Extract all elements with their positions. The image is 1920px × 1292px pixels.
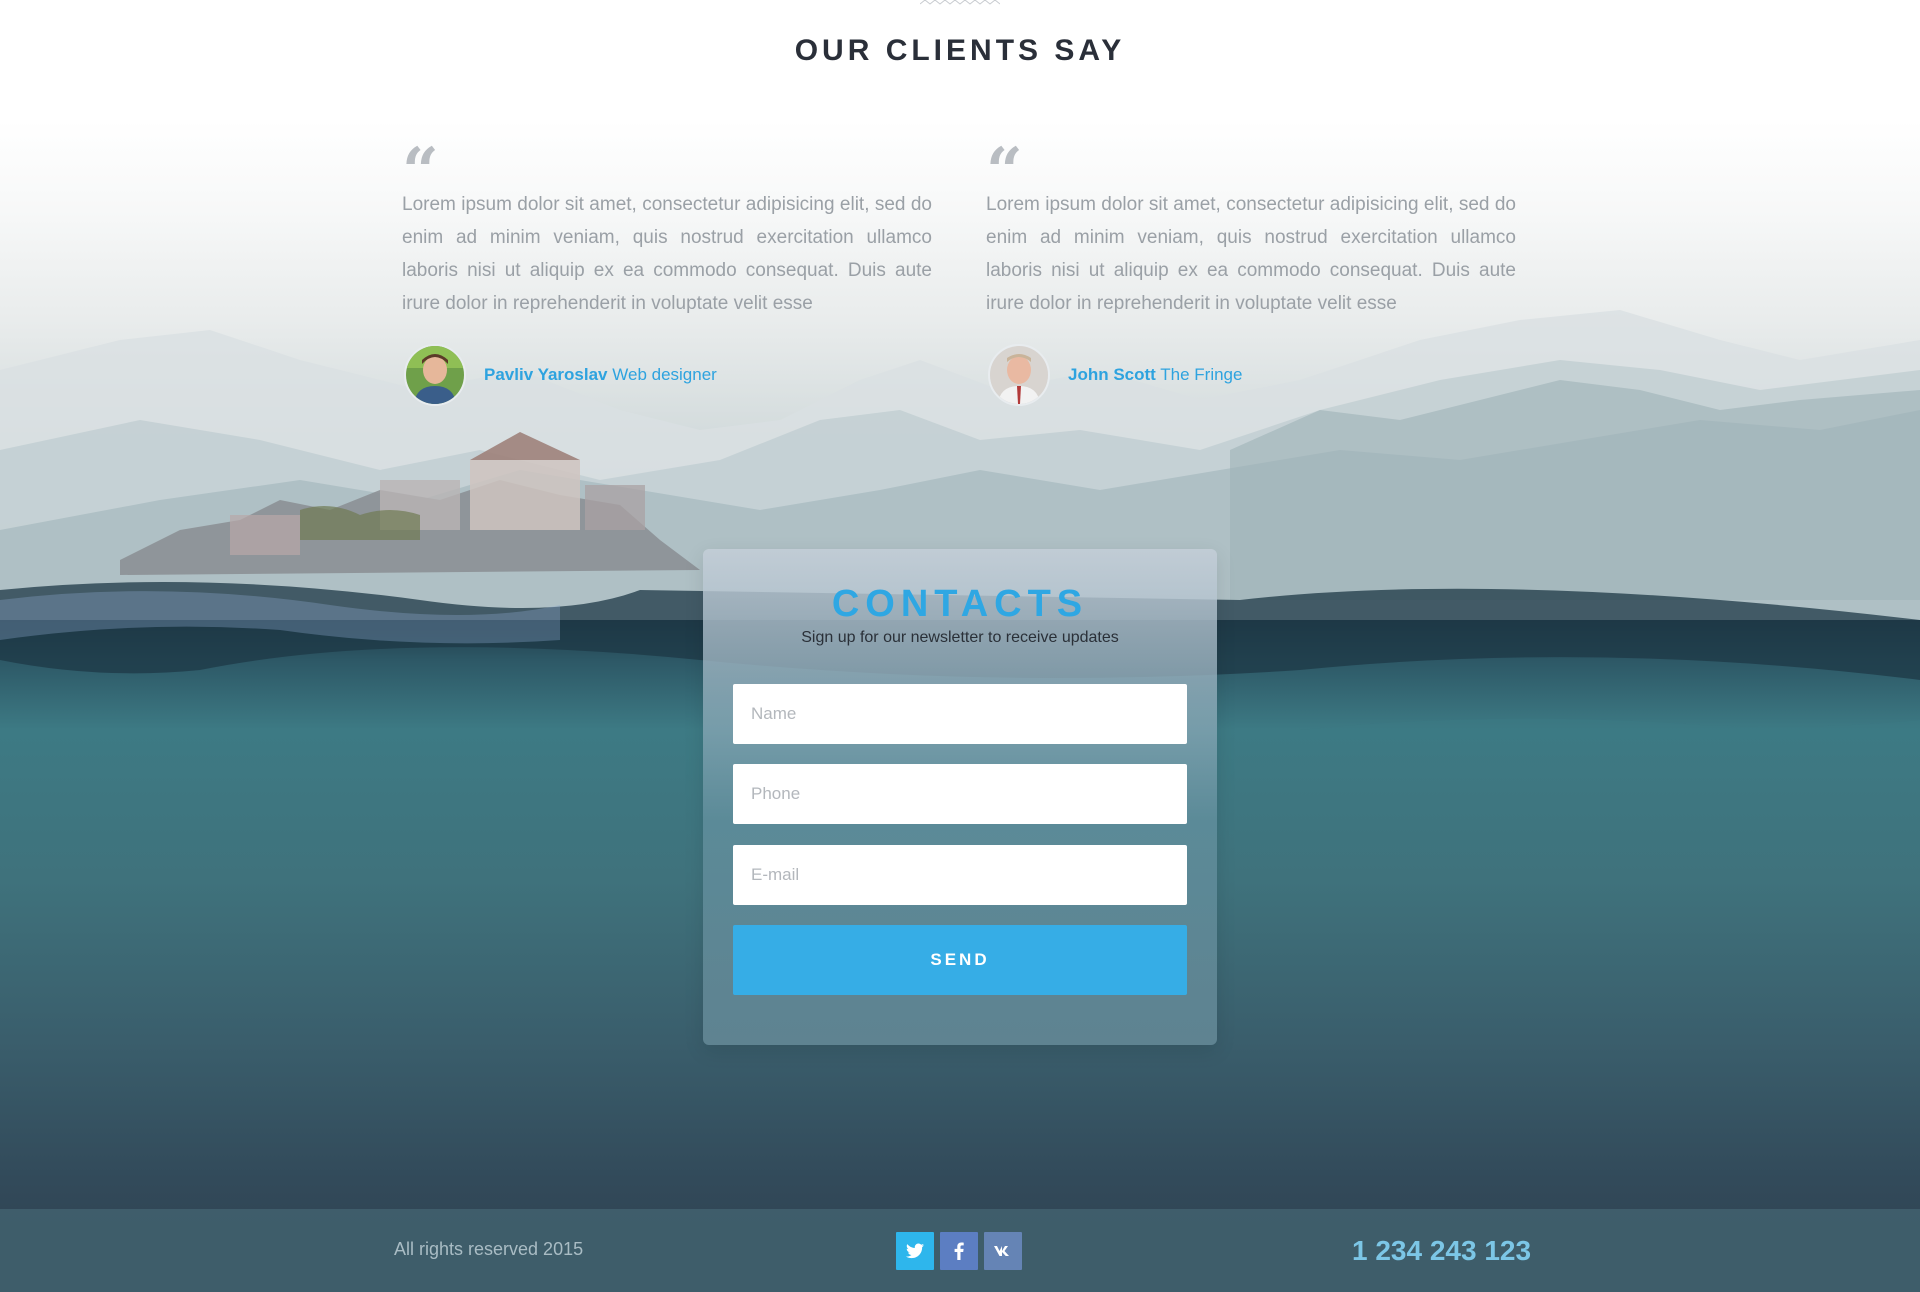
avatar-photo-icon (406, 346, 464, 404)
testimonial-card: “ Lorem ipsum dolor sit amet, consectetu… (402, 134, 932, 406)
author-name: John Scott (1068, 365, 1156, 384)
author-role: The Fringe (1160, 365, 1243, 384)
footer-phone-number[interactable]: 1 234 243 123 (1352, 1235, 1531, 1267)
social-links (896, 1232, 1022, 1270)
vk-icon (994, 1246, 1009, 1256)
vk-link[interactable] (984, 1232, 1022, 1270)
testimonial-card: “ Lorem ipsum dolor sit amet, consectetu… (986, 134, 1516, 406)
avatar (404, 344, 466, 406)
email-input[interactable] (733, 845, 1187, 905)
twitter-icon (906, 1243, 924, 1259)
twitter-link[interactable] (896, 1232, 934, 1270)
quote-icon: “ (402, 134, 439, 209)
facebook-icon (954, 1242, 964, 1260)
contacts-subtitle: Sign up for our newsletter to receive up… (801, 629, 1119, 646)
zigzag-divider-icon (920, 0, 1000, 5)
testimonial-author: John Scott The Fringe (988, 344, 1242, 406)
clients-section-title: OUR CLIENTS SAY (794, 34, 1126, 67)
testimonial-text: Lorem ipsum dolor sit amet, consectetur … (986, 194, 1516, 314)
facebook-link[interactable] (940, 1232, 978, 1270)
footer: All rights reserved 2015 1 234 243 123 (0, 1209, 1920, 1292)
author-name: Pavliv Yaroslav (484, 365, 608, 384)
contacts-title: CONTACTS (831, 583, 1089, 625)
avatar (988, 344, 1050, 406)
name-input[interactable] (733, 684, 1187, 744)
avatar-photo-icon (990, 346, 1048, 404)
author-name-line: Pavliv Yaroslav Web designer (484, 365, 717, 385)
send-button[interactable]: SEND (733, 925, 1187, 995)
quote-icon: “ (986, 134, 1023, 209)
contact-form-card: CONTACTS Sign up for our newsletter to r… (703, 549, 1217, 1045)
author-name-line: John Scott The Fringe (1068, 365, 1242, 385)
author-role: Web designer (612, 365, 717, 384)
testimonial-author: Pavliv Yaroslav Web designer (404, 344, 717, 406)
phone-input[interactable] (733, 764, 1187, 824)
testimonial-text: Lorem ipsum dolor sit amet, consectetur … (402, 194, 932, 314)
copyright-text: All rights reserved 2015 (394, 1239, 584, 1259)
